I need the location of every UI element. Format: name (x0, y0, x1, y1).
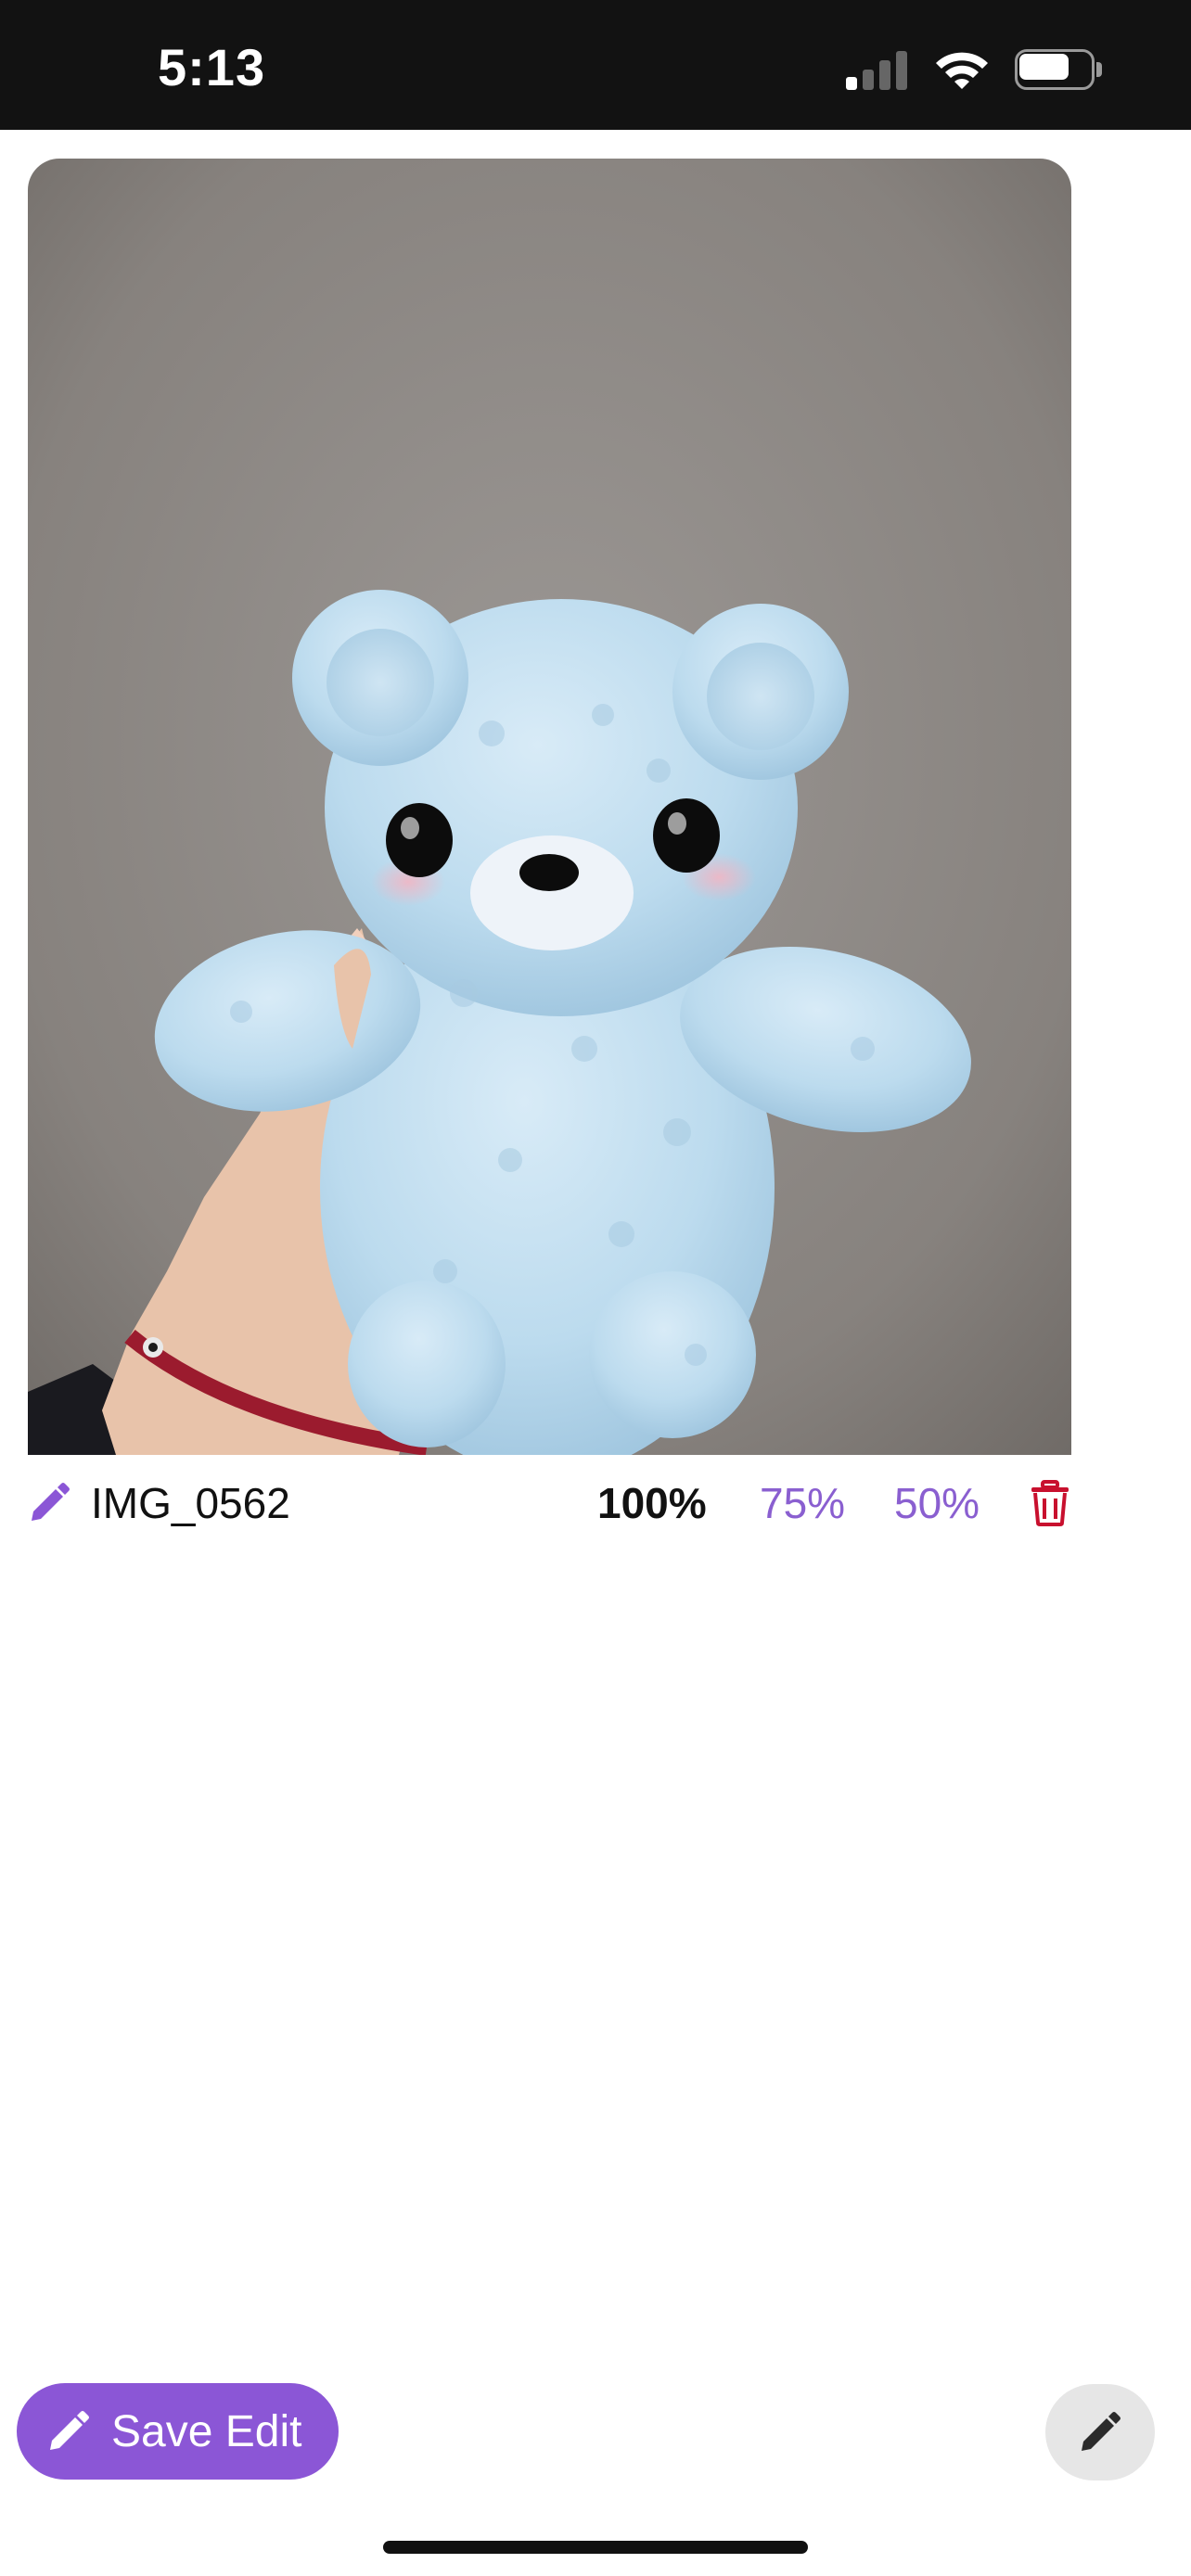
home-indicator[interactable] (383, 2541, 808, 2554)
photo-preview[interactable] (28, 159, 1071, 1455)
file-name[interactable]: IMG_0562 (91, 1478, 290, 1528)
wifi-icon (936, 52, 988, 89)
edit-fab-button[interactable] (1045, 2384, 1155, 2480)
status-time: 5:13 (158, 38, 266, 96)
status-icons (846, 46, 1102, 93)
scale-option-50[interactable]: 50% (894, 1478, 980, 1528)
status-bar: 5:13 (0, 0, 1191, 130)
image-caption-row: IMG_0562 100% 75% 50% (28, 1465, 1071, 1539)
pencil-icon (50, 2411, 89, 2450)
scale-option-75[interactable]: 75% (760, 1478, 845, 1528)
battery-icon (1015, 49, 1102, 90)
save-edit-button[interactable]: Save Edit (17, 2383, 339, 2480)
battery-level (1019, 54, 1069, 80)
signal-icon (846, 49, 909, 90)
trash-icon[interactable] (1030, 1480, 1070, 1526)
pencil-icon (1082, 2412, 1121, 2451)
teddy-bear-photo (28, 159, 1071, 1455)
scale-option-100[interactable]: 100% (597, 1478, 707, 1528)
save-edit-label: Save Edit (111, 2406, 302, 2456)
pencil-icon[interactable] (28, 1482, 70, 1524)
